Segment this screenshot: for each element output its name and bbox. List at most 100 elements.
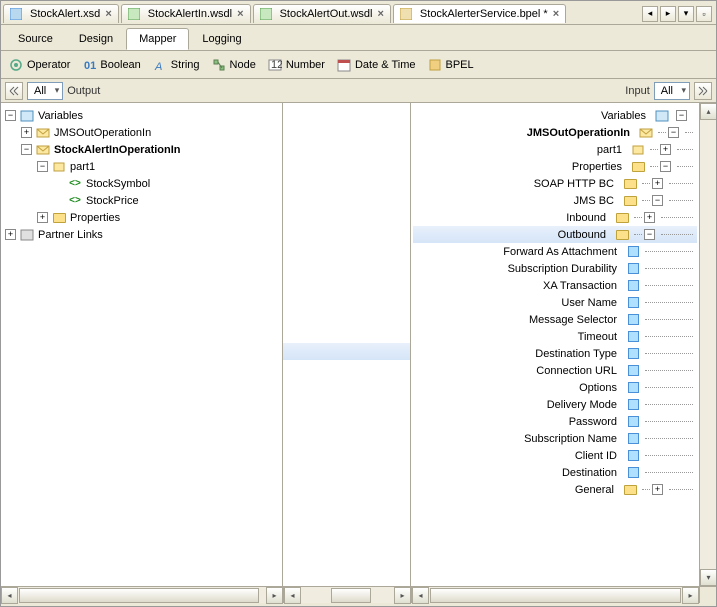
expander-icon[interactable]: −: [652, 195, 663, 206]
subtab-design[interactable]: Design: [66, 28, 126, 50]
vertical-scrollbar[interactable]: ▴ ▾: [699, 103, 716, 586]
tree-row-partnerlinks[interactable]: +Partner Links: [3, 226, 280, 243]
close-icon[interactable]: ×: [235, 8, 245, 20]
scroll-track[interactable]: [700, 120, 716, 569]
node-button[interactable]: Node: [212, 58, 256, 72]
tree-row-outbound[interactable]: Outbound−: [413, 226, 697, 243]
view-tabs: Source Design Mapper Logging: [1, 25, 716, 51]
operator-button[interactable]: Operator: [9, 58, 70, 72]
tree-row-stocksymbol[interactable]: <>StockSymbol: [3, 175, 280, 192]
scroll-track[interactable]: [18, 587, 266, 603]
tree-row-inbound[interactable]: Inbound+: [413, 209, 697, 226]
tree-row-stockprice[interactable]: <>StockPrice: [3, 192, 280, 209]
input-tree[interactable]: Variables− JMSOutOperationIn− part1+ Pro…: [411, 103, 699, 586]
collapse-right-button[interactable]: [694, 82, 712, 100]
scroll-left-button[interactable]: ◂: [1, 587, 18, 604]
tree-row-part1[interactable]: part1+: [413, 141, 697, 158]
expander-icon[interactable]: +: [37, 212, 48, 223]
maximize-button[interactable]: ▫: [696, 6, 712, 22]
tree-row-jmsout[interactable]: JMSOutOperationIn−: [413, 124, 697, 141]
scroll-right-button[interactable]: ▸: [660, 6, 676, 22]
expander-icon[interactable]: +: [644, 212, 655, 223]
tree-row-subdurability[interactable]: Subscription Durability: [413, 260, 697, 277]
mapping-canvas[interactable]: [283, 103, 411, 586]
tree-row-msgselector[interactable]: Message Selector: [413, 311, 697, 328]
tree-row-clientid[interactable]: Client ID: [413, 447, 697, 464]
tree-row-jmsout[interactable]: +JMSOutOperationIn: [3, 124, 280, 141]
hscroll-left[interactable]: ◂ ▸: [1, 586, 283, 603]
scroll-up-button[interactable]: ▴: [700, 103, 716, 120]
string-button[interactable]: AString: [153, 58, 200, 72]
tree-row-desttype[interactable]: Destination Type: [413, 345, 697, 362]
expander-icon[interactable]: −: [660, 161, 671, 172]
hscroll-mid[interactable]: ◂ ▸: [283, 586, 411, 603]
tree-row-properties[interactable]: +Properties: [3, 209, 280, 226]
scroll-left-button[interactable]: ◂: [284, 587, 301, 604]
scroll-left-button[interactable]: ◂: [412, 587, 429, 604]
close-icon[interactable]: ×: [375, 8, 385, 20]
scroll-left-button[interactable]: ◂: [642, 6, 658, 22]
tree-row-password[interactable]: Password: [413, 413, 697, 430]
tree-row-options[interactable]: Options: [413, 379, 697, 396]
scroll-corner: [699, 587, 716, 603]
scroll-down-button[interactable]: ▾: [700, 569, 716, 586]
scroll-thumb[interactable]: [19, 588, 259, 603]
close-icon[interactable]: ×: [551, 8, 561, 20]
bpel-button[interactable]: BPEL: [428, 58, 474, 72]
left-filter-dropdown[interactable]: All: [27, 82, 63, 100]
scroll-right-button[interactable]: ▸: [682, 587, 699, 604]
collapse-left-button[interactable]: [5, 82, 23, 100]
tree-row-forwardattachment[interactable]: Forward As Attachment: [413, 243, 697, 260]
number-button[interactable]: 12Number: [268, 58, 325, 72]
tree-row-stockalertin[interactable]: −StockAlertInOperationIn: [3, 141, 280, 158]
tree-row-general[interactable]: General+: [413, 481, 697, 498]
tree-row-jmsbc[interactable]: JMS BC−: [413, 192, 697, 209]
boolean-button[interactable]: 01Boolean: [82, 58, 140, 72]
tree-row-variables[interactable]: Variables−: [413, 107, 697, 124]
scroll-right-button[interactable]: ▸: [266, 587, 283, 604]
tree-row-username[interactable]: User Name: [413, 294, 697, 311]
expander-icon[interactable]: −: [644, 229, 655, 240]
scroll-track[interactable]: [429, 587, 682, 603]
tab-stockalerter-bpel[interactable]: StockAlerterService.bpel * ×: [393, 4, 566, 23]
expander-icon[interactable]: +: [652, 484, 663, 495]
expander-icon[interactable]: −: [37, 161, 48, 172]
tree-row-deliverymode[interactable]: Delivery Mode: [413, 396, 697, 413]
subtab-logging[interactable]: Logging: [189, 28, 254, 50]
expander-icon[interactable]: −: [5, 110, 16, 121]
tab-stockalertin-wsdl[interactable]: StockAlertIn.wsdl ×: [121, 4, 251, 23]
expander-icon[interactable]: +: [660, 144, 671, 155]
tab-label: StockAlert.xsd: [30, 8, 100, 20]
tree-row-soaphttpbc[interactable]: SOAP HTTP BC+: [413, 175, 697, 192]
datetime-button[interactable]: Date & Time: [337, 58, 416, 72]
tree-row-part1[interactable]: −part1: [3, 158, 280, 175]
expander-icon[interactable]: −: [676, 110, 687, 121]
expander-icon[interactable]: −: [21, 144, 32, 155]
right-filter-dropdown[interactable]: All: [654, 82, 690, 100]
hscroll-right[interactable]: ◂ ▸: [411, 586, 716, 603]
close-icon[interactable]: ×: [103, 8, 113, 20]
subtab-mapper[interactable]: Mapper: [126, 28, 189, 50]
tab-stockalert-xsd[interactable]: StockAlert.xsd ×: [3, 4, 119, 23]
expander-icon[interactable]: +: [21, 127, 32, 138]
tree-row-destination[interactable]: Destination: [413, 464, 697, 481]
expander-icon[interactable]: −: [668, 127, 679, 138]
tab-stockalertout-wsdl[interactable]: StockAlertOut.wsdl ×: [253, 4, 391, 23]
tree-row-xatransaction[interactable]: XA Transaction: [413, 277, 697, 294]
subtab-source[interactable]: Source: [5, 28, 66, 50]
scroll-thumb[interactable]: [331, 588, 371, 603]
tree-row-variables[interactable]: −Variables: [3, 107, 280, 124]
tree-row-timeout[interactable]: Timeout: [413, 328, 697, 345]
scroll-track[interactable]: [301, 587, 394, 603]
tree-row-properties[interactable]: Properties−: [413, 158, 697, 175]
output-tree[interactable]: −Variables +JMSOutOperationIn −StockAler…: [1, 103, 282, 247]
tree-row-subname[interactable]: Subscription Name: [413, 430, 697, 447]
message-icon: [35, 143, 51, 157]
expander-icon[interactable]: +: [652, 178, 663, 189]
minimize-button[interactable]: ▾: [678, 6, 694, 22]
tree-row-connurl[interactable]: Connection URL: [413, 362, 697, 379]
scroll-thumb[interactable]: [430, 588, 681, 603]
input-label: Input: [625, 85, 649, 97]
scroll-right-button[interactable]: ▸: [394, 587, 411, 604]
expander-icon[interactable]: +: [5, 229, 16, 240]
